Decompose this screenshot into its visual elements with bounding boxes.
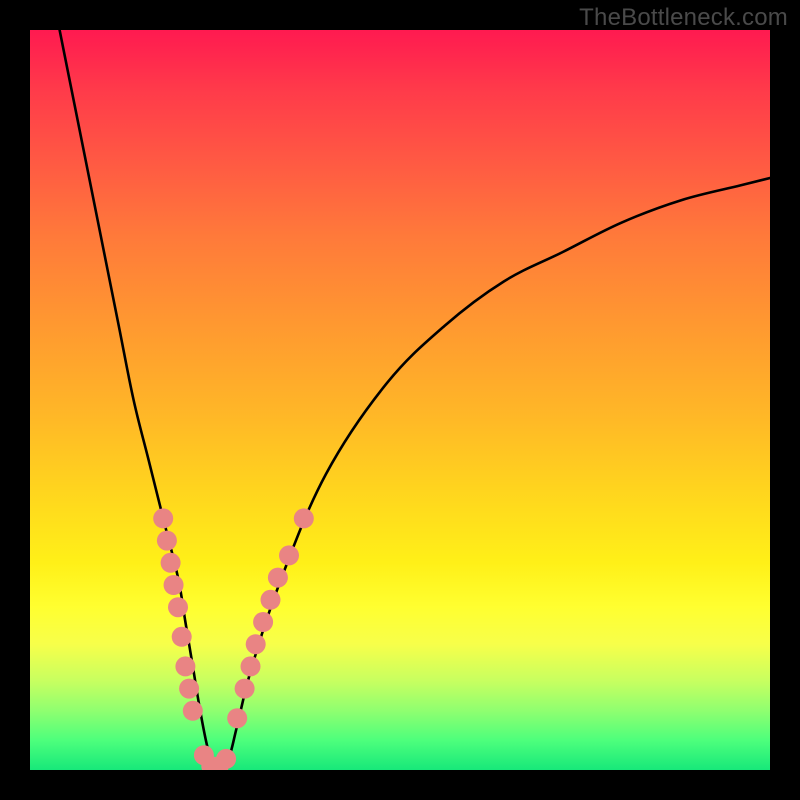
- curve-marker: [216, 749, 236, 769]
- curve-marker: [183, 701, 203, 721]
- chart-frame: TheBottleneck.com: [0, 0, 800, 800]
- chart-svg: [30, 30, 770, 770]
- curve-marker: [253, 612, 273, 632]
- curve-marker: [227, 708, 247, 728]
- curve-marker: [294, 508, 314, 528]
- curve-marker: [164, 575, 184, 595]
- curve-marker: [168, 597, 188, 617]
- curve-marker: [279, 545, 299, 565]
- curve-marker: [241, 656, 261, 676]
- curve-marker: [179, 679, 199, 699]
- curve-marker: [161, 553, 181, 573]
- curve-marker: [261, 590, 281, 610]
- curve-marker: [268, 568, 288, 588]
- chart-plot-area: [30, 30, 770, 770]
- curve-marker: [172, 627, 192, 647]
- curve-markers: [153, 508, 314, 770]
- watermark-text: TheBottleneck.com: [579, 4, 788, 32]
- bottleneck-curve: [60, 30, 770, 770]
- curve-marker: [246, 634, 266, 654]
- curve-marker: [153, 508, 173, 528]
- curve-marker: [235, 679, 255, 699]
- curve-marker: [175, 656, 195, 676]
- curve-marker: [157, 531, 177, 551]
